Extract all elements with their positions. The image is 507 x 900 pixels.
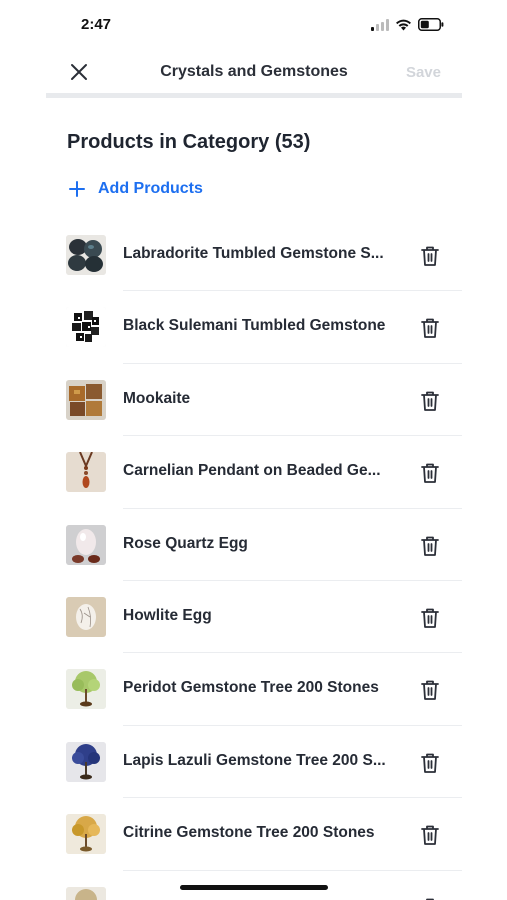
product-name: Lapis Lazuli Gemstone Tree 200 S... [123,751,386,769]
wifi-icon [396,19,411,30]
trash-icon[interactable] [420,535,440,557]
product-thumbnail [66,669,106,710]
product-thumbnail [66,524,106,565]
product-thumbnail [66,596,106,637]
list-item[interactable]: Black Sulemani Tumbled Gemstone [46,291,462,364]
add-products-label: Add Products [98,180,203,197]
status-icons [371,18,444,31]
save-button[interactable]: Save [406,64,441,81]
product-name: Rose Quartz Egg [123,534,248,552]
home-indicator [180,885,328,890]
trash-icon[interactable] [420,752,440,774]
product-thumbnail [66,307,106,348]
product-name: Howlite Egg [123,606,212,624]
trash-icon[interactable] [420,897,440,900]
trash-icon[interactable] [420,317,440,339]
trash-icon[interactable] [420,245,440,267]
page-title: Crystals and Gemstones [160,63,348,80]
plus-icon [69,181,85,197]
product-name: Peridot Gemstone Tree 200 Stones [123,679,379,697]
product-name: Citrine Gemstone Tree 200 Stones [123,824,375,842]
status-time: 2:47 [81,16,112,33]
product-name: Mookaite [123,389,191,407]
trash-icon[interactable] [420,679,440,701]
section-title: Products in Category (53) [67,131,311,153]
trash-icon[interactable] [420,607,440,629]
product-thumbnail [66,379,106,420]
list-item[interactable]: Carnelian Pendant on Beaded Ge... [46,436,462,509]
list-item[interactable]: Peridot Gemstone Tree 200 Stones [46,653,462,726]
list-item[interactable]: Lapis Lazuli Gemstone Tree 200 S... [46,726,462,799]
product-thumbnail [66,452,106,493]
battery-icon [418,18,444,31]
list-item[interactable]: Mookaite [46,364,462,437]
list-item[interactable]: Rose Quartz Egg [46,509,462,581]
list-item[interactable]: Howlite Egg [46,581,462,654]
product-thumbnail [66,235,106,275]
list-item[interactable]: Labradorite Tumbled Gemstone S... [46,219,462,292]
navigation-bar: Crystals and Gemstones Save [46,50,462,94]
list-item[interactable]: Citrine Gemstone Tree 200 Stones [46,798,462,871]
header-divider [46,93,462,98]
product-thumbnail [66,886,106,900]
trash-icon[interactable] [420,390,440,412]
product-list: Labradorite Tumbled Gemstone S... Black … [46,219,462,900]
product-name: Black Sulemani Tumbled Gemstone [123,317,386,335]
product-name: Carnelian Pendant on Beaded Ge... [123,462,381,480]
cellular-signal-icon [371,18,389,31]
product-thumbnail [66,741,106,782]
trash-icon[interactable] [420,462,440,484]
trash-icon[interactable] [420,824,440,846]
add-products-button[interactable]: Add Products [69,180,203,198]
status-bar: 2:47 [46,0,462,50]
product-name: Labradorite Tumbled Gemstone S... [123,245,384,262]
product-thumbnail [66,814,106,855]
